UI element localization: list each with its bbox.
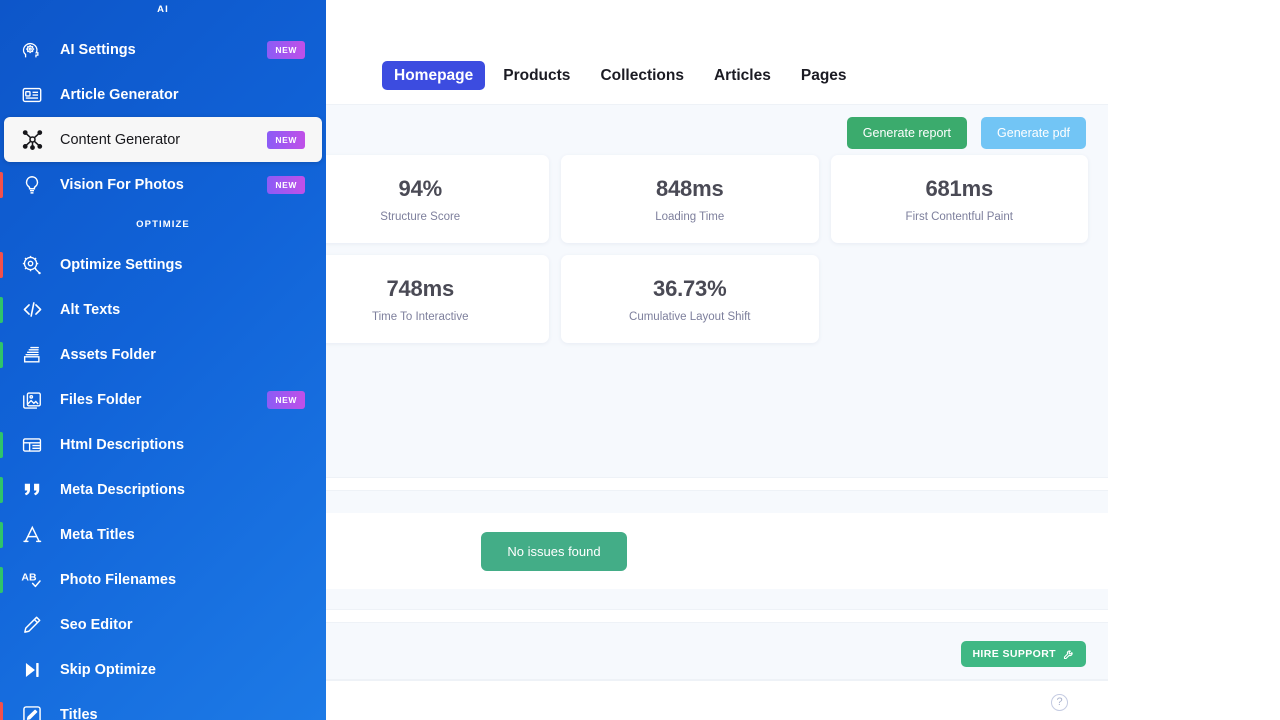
wrench-icon bbox=[1063, 648, 1075, 660]
new-badge: NEW bbox=[267, 175, 305, 194]
sidebar-item-vision-for-photos[interactable]: Vision For Photos NEW bbox=[0, 162, 326, 207]
sidebar: AI AI Settings NEW Article Generator Con… bbox=[0, 0, 326, 720]
item-accent-bar bbox=[0, 297, 3, 323]
sidebar-item-meta-descriptions[interactable]: Meta Descriptions bbox=[0, 467, 326, 512]
sidebar-item-label: Optimize Settings bbox=[60, 256, 183, 273]
quote-icon bbox=[16, 474, 48, 506]
edit-square-icon bbox=[16, 699, 48, 720]
article-card-icon bbox=[16, 79, 48, 111]
tab-products[interactable]: Products bbox=[491, 61, 582, 91]
tab-homepage[interactable]: Homepage bbox=[382, 60, 486, 90]
sidebar-item-photo-filenames[interactable]: AB Photo Filenames bbox=[0, 557, 326, 602]
sidebar-item-label: Files Folder bbox=[60, 391, 142, 408]
metric-value: 848ms bbox=[655, 175, 724, 201]
sidebar-item-content-generator[interactable]: Content Generator NEW bbox=[4, 117, 322, 162]
new-badge: NEW bbox=[267, 390, 305, 409]
sidebar-item-label: Meta Descriptions bbox=[60, 481, 185, 498]
sidebar-item-ai-settings[interactable]: AI Settings NEW bbox=[0, 27, 326, 72]
letter-a-icon bbox=[16, 519, 48, 551]
item-accent-bar bbox=[0, 477, 3, 503]
item-accent-bar bbox=[0, 172, 3, 198]
sidebar-item-seo-editor[interactable]: Seo Editor bbox=[0, 602, 326, 647]
ab-check-icon: AB bbox=[16, 564, 48, 596]
tab-pages[interactable]: Pages bbox=[789, 61, 859, 91]
new-badge: NEW bbox=[267, 40, 305, 59]
hire-support-label: HIRE SUPPORT bbox=[972, 648, 1056, 660]
sidebar-section-ai-title: AI bbox=[157, 4, 169, 15]
image-stack-icon bbox=[16, 384, 48, 416]
metric-card: 748ms Time To Interactive bbox=[291, 255, 549, 343]
lightbulb-icon bbox=[16, 169, 48, 201]
metric-card: 36.73% Cumulative Layout Shift bbox=[561, 255, 819, 343]
hire-support-button[interactable]: HIRE SUPPORT bbox=[961, 641, 1086, 667]
sidebar-item-label: Assets Folder bbox=[60, 346, 156, 363]
panel-actions: Generate report Generate pdf bbox=[846, 117, 1086, 149]
sidebar-item-html-descriptions[interactable]: Html Descriptions bbox=[0, 422, 326, 467]
sidebar-item-label: Skip Optimize bbox=[60, 661, 156, 678]
metric-card: 848ms Loading Time bbox=[561, 155, 819, 243]
sidebar-item-label: Html Descriptions bbox=[60, 436, 185, 453]
metric-label: Structure Score bbox=[380, 210, 461, 223]
sidebar-item-titles[interactable]: Titles bbox=[0, 692, 326, 720]
code-brackets-icon bbox=[16, 294, 48, 326]
brain-gear-icon bbox=[16, 34, 48, 66]
sidebar-item-meta-titles[interactable]: Meta Titles bbox=[0, 512, 326, 557]
pencil-icon bbox=[16, 609, 48, 641]
metric-card: 94% Structure Score bbox=[291, 155, 549, 243]
network-node-icon bbox=[16, 124, 48, 156]
new-badge: NEW bbox=[267, 130, 305, 149]
sidebar-item-label: Seo Editor bbox=[60, 616, 133, 633]
table-list-icon bbox=[16, 429, 48, 461]
sidebar-item-label: Vision For Photos bbox=[60, 176, 184, 193]
metric-value: 748ms bbox=[386, 275, 454, 301]
sidebar-section-optimize-title: OPTIMIZE bbox=[136, 219, 190, 230]
item-accent-bar bbox=[0, 432, 3, 458]
tab-collections[interactable]: Collections bbox=[588, 61, 696, 91]
item-accent-bar bbox=[0, 702, 3, 720]
no-issues-status-badge[interactable]: No issues found bbox=[481, 531, 627, 571]
tab-articles[interactable]: Articles bbox=[702, 61, 783, 91]
item-accent-bar bbox=[0, 342, 3, 368]
assets-stack-icon bbox=[16, 339, 48, 371]
metric-label: Loading Time bbox=[655, 210, 725, 223]
sidebar-item-article-generator[interactable]: Article Generator bbox=[0, 72, 326, 117]
sidebar-item-label: Titles bbox=[60, 706, 98, 720]
metric-value: 681ms bbox=[925, 175, 993, 201]
sidebar-item-label: Content Generator bbox=[60, 131, 181, 148]
skip-next-icon bbox=[16, 654, 48, 686]
item-accent-bar bbox=[0, 522, 3, 548]
metric-card-placeholder bbox=[831, 255, 1089, 343]
sidebar-item-label: Meta Titles bbox=[60, 526, 135, 543]
gear-tag-icon bbox=[16, 249, 48, 281]
item-accent-bar bbox=[0, 252, 3, 278]
sidebar-item-optimize-settings[interactable]: Optimize Settings bbox=[0, 242, 326, 287]
item-accent-bar bbox=[0, 567, 3, 593]
metric-label: Cumulative Layout Shift bbox=[629, 310, 751, 323]
sidebar-item-label: Article Generator bbox=[60, 86, 179, 103]
metric-value: 94% bbox=[398, 175, 443, 201]
metric-label: First Contentful Paint bbox=[905, 210, 1013, 223]
sidebar-item-label: Alt Texts bbox=[60, 301, 121, 318]
svg-text:AB: AB bbox=[21, 571, 37, 583]
generate-report-button[interactable]: Generate report bbox=[846, 117, 968, 149]
sidebar-item-label: AI Settings bbox=[60, 41, 136, 58]
metric-card: 681ms First Contentful Paint bbox=[830, 155, 1088, 243]
help-circle-icon[interactable]: ? bbox=[1051, 694, 1068, 711]
app-root: Homepage Products Collections Articles P… bbox=[0, 0, 1280, 720]
sidebar-item-assets-folder[interactable]: Assets Folder bbox=[0, 332, 326, 377]
sidebar-item-skip-optimize[interactable]: Skip Optimize bbox=[0, 647, 326, 692]
sidebar-item-label: Photo Filenames bbox=[60, 571, 177, 588]
sidebar-item-alt-texts[interactable]: Alt Texts bbox=[0, 287, 326, 332]
metric-value: 36.73% bbox=[653, 275, 727, 301]
sidebar-item-files-folder[interactable]: Files Folder NEW bbox=[0, 377, 326, 422]
generate-pdf-button[interactable]: Generate pdf bbox=[981, 117, 1086, 149]
metric-label: Time To Interactive bbox=[371, 310, 469, 323]
